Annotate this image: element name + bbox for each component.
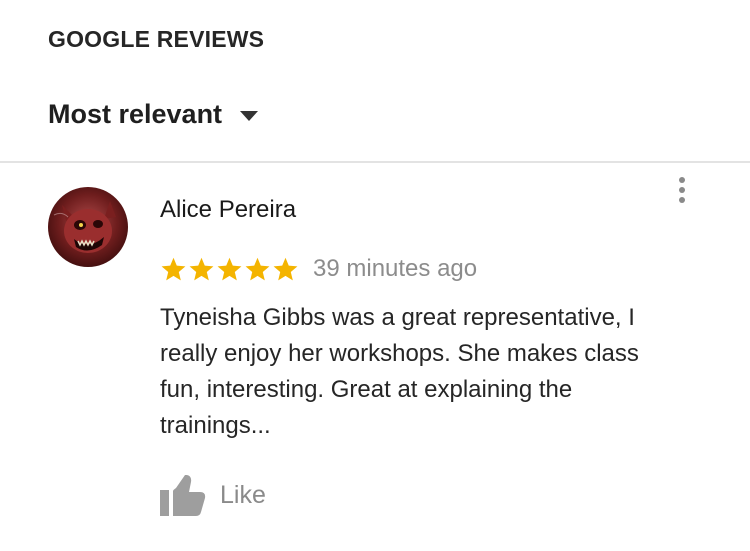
- sort-label: Most relevant: [48, 99, 223, 129]
- star-icon: [217, 257, 242, 280]
- review-timestamp: 39 minutes ago: [313, 255, 478, 282]
- star-icon: [273, 257, 298, 280]
- dot: [679, 177, 685, 183]
- dot: [679, 187, 685, 193]
- more-vert-icon[interactable]: [670, 174, 694, 206]
- caret-down-icon: [240, 111, 259, 121]
- divider: [0, 161, 750, 163]
- section-title: GOOGLE REVIEWS: [48, 26, 265, 52]
- star-icon: [161, 257, 186, 280]
- like-label: Like: [220, 480, 266, 509]
- avatar-image: [48, 187, 128, 267]
- review-text: Tyneisha Gibbs was a great representativ…: [160, 304, 639, 439]
- star-icon: [189, 257, 214, 280]
- star-rating: [160, 256, 299, 283]
- like-button[interactable]: Like: [160, 474, 266, 516]
- reviewer-name[interactable]: Alice Pereira: [160, 196, 296, 224]
- dot: [679, 197, 685, 203]
- avatar[interactable]: [48, 187, 128, 267]
- sort-dropdown[interactable]: Most relevant: [48, 99, 259, 130]
- thumbs-up-icon: [160, 475, 206, 516]
- star-icon: [245, 257, 270, 280]
- rating-row: 39 minutes ago: [160, 255, 477, 283]
